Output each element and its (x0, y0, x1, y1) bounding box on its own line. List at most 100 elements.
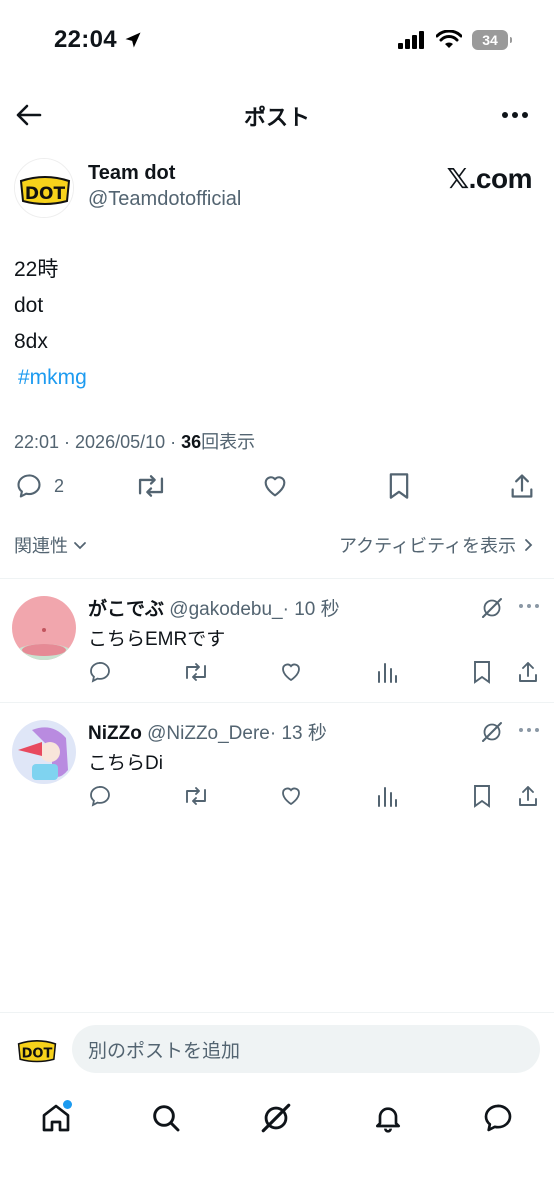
chevron-right-icon (525, 539, 533, 551)
view-count: 36 (181, 432, 202, 452)
compose-avatar: DOT (14, 1027, 60, 1073)
grok-icon (482, 722, 502, 742)
grok-button[interactable] (480, 720, 504, 749)
divider (0, 578, 554, 579)
reply-time: · 13 秒 (269, 723, 327, 744)
post-timestamp: 22:01 · 2026/05/10 · (14, 432, 182, 452)
bell-icon (376, 1107, 400, 1133)
post-meta: 22:01 · 2026/05/10 · 36回表示 (14, 428, 255, 454)
pink-character-avatar (12, 596, 76, 660)
reply-share-button[interactable] (516, 784, 540, 813)
reply-actions (88, 660, 548, 688)
header: ポスト (0, 84, 554, 144)
reply-header: NiZZo @NiZZo_Dere· 13 秒 (88, 718, 327, 745)
reply-avatar[interactable] (12, 596, 76, 660)
share-icon (519, 786, 537, 806)
nav-notifications[interactable] (368, 1098, 408, 1138)
heart-icon (282, 663, 300, 682)
reply-bookmark-button[interactable] (472, 784, 492, 813)
share-icon (511, 474, 533, 498)
reply-comment-button[interactable] (88, 660, 112, 689)
notification-dot (63, 1100, 72, 1109)
battery-indicator: 34 (472, 30, 512, 50)
reply-avatar[interactable] (12, 720, 76, 784)
reply-share-button[interactable] (516, 660, 540, 689)
location-arrow-icon (125, 32, 141, 48)
reply-author-handle[interactable]: @gakodebu_ (169, 599, 282, 620)
reply-text: こちらEMRです (88, 629, 226, 650)
reply-author-name[interactable]: がこでぶ (88, 599, 164, 620)
more-dots-icon (519, 728, 539, 732)
reply-button[interactable]: 2 (14, 472, 64, 500)
repost-icon (186, 663, 206, 681)
reply-text: こちらDi (88, 753, 163, 774)
divider (0, 702, 554, 703)
sort-dropdown[interactable]: 関連性 (14, 532, 88, 558)
author-handle[interactable]: @Teamdotofficial (88, 188, 241, 211)
nav-messages[interactable] (478, 1098, 518, 1138)
status-bar: 22:04 34 (0, 0, 554, 84)
bookmark-icon (474, 785, 490, 808)
analytics-icon (378, 787, 397, 807)
reply-bookmark-button[interactable] (472, 660, 492, 689)
reply-like-button[interactable] (278, 784, 304, 813)
share-button[interactable] (508, 472, 536, 500)
grok-icon (261, 1103, 291, 1133)
share-icon (519, 662, 537, 682)
post-text: 22時 dot 8dx #mkmg (14, 252, 87, 396)
analytics-icon (378, 663, 397, 683)
reply-more-button[interactable] (518, 596, 540, 614)
reply-author-handle[interactable]: @NiZZo_Dere (147, 723, 270, 744)
reply-icon (90, 785, 110, 807)
reply-item[interactable]: NiZZo @NiZZo_Dere· 13 秒 こちらDi (0, 704, 554, 828)
sort-label: 関連性 (14, 536, 68, 556)
heart-icon (282, 787, 300, 806)
grok-button[interactable] (480, 596, 504, 625)
like-button[interactable] (260, 472, 290, 500)
grok-icon (482, 598, 502, 618)
team-dot-logo: DOT (15, 159, 73, 217)
reply-repost-button[interactable] (182, 784, 210, 813)
x-com-brand: 𝕏.com (446, 163, 533, 194)
reply-compose-input[interactable]: 別のポストを追加 (72, 1025, 540, 1073)
view-label: 回表示 (201, 432, 256, 452)
nav-search[interactable] (146, 1098, 186, 1138)
reply-like-button[interactable] (278, 660, 304, 689)
author-name[interactable]: Team dot (88, 162, 175, 185)
hashtag-link[interactable]: #mkmg (14, 360, 87, 396)
status-time: 22:04 (54, 26, 117, 53)
message-icon (484, 1104, 512, 1132)
post-author: DOT Team dot @Teamdotofficial 𝕏.com (14, 156, 540, 220)
reply-time: · 10 秒 (282, 599, 340, 620)
author-avatar[interactable]: DOT (14, 158, 74, 218)
reply-item[interactable]: がこでぶ @gakodebu_· 10 秒 こちらEMRです (0, 580, 554, 704)
reply-author-name[interactable]: NiZZo (88, 723, 142, 744)
reply-views-button[interactable] (376, 784, 398, 813)
compose-bar: DOT 別のポストを追加 (0, 1012, 554, 1084)
reply-repost-button[interactable] (182, 660, 210, 689)
more-dots-icon (502, 112, 528, 118)
post-line: dot (14, 294, 44, 317)
view-activity-link[interactable]: アクティビティを表示 (339, 532, 536, 558)
reply-more-button[interactable] (518, 720, 540, 738)
repost-icon (138, 475, 164, 497)
reply-header: がこでぶ @gakodebu_· 10 秒 (88, 594, 340, 621)
reply-views-button[interactable] (376, 660, 398, 689)
status-time-group: 22:04 (54, 26, 143, 54)
nav-home[interactable] (36, 1098, 76, 1138)
more-options-button[interactable] (500, 100, 530, 130)
chevron-down-icon (74, 542, 86, 550)
repost-icon (186, 787, 206, 805)
anime-character-avatar (12, 720, 76, 784)
reply-actions (88, 784, 548, 812)
team-dot-logo: DOT (14, 1027, 60, 1073)
cellular-signal-icon (398, 31, 424, 49)
reply-comment-button[interactable] (88, 784, 112, 813)
svg-text:DOT: DOT (22, 1047, 53, 1062)
search-icon (153, 1105, 180, 1132)
bookmark-button[interactable] (386, 472, 412, 500)
bottom-nav (0, 1090, 554, 1150)
repost-button[interactable] (134, 472, 168, 500)
reply-icon (90, 661, 110, 683)
nav-grok[interactable] (256, 1098, 296, 1138)
